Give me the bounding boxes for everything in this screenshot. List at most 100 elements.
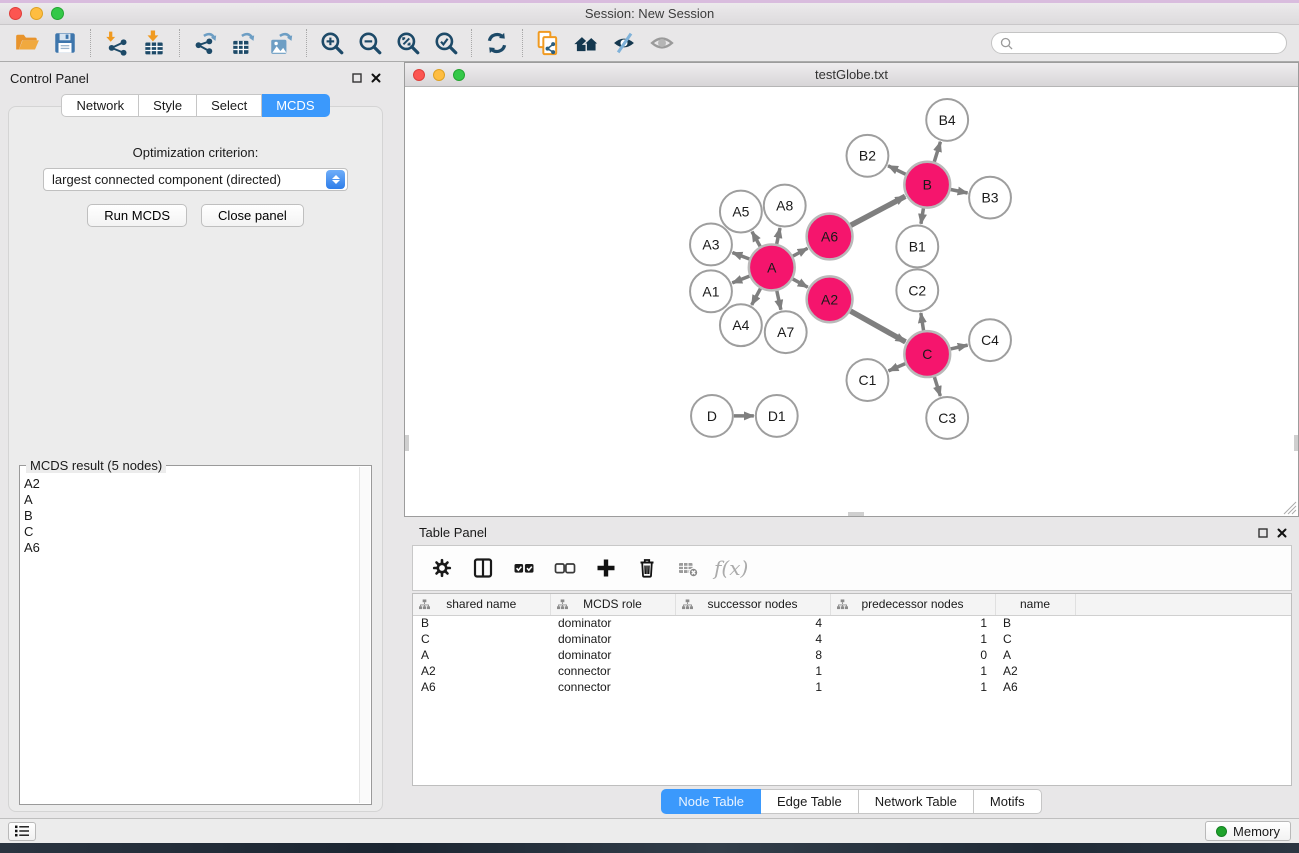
- column-header-predecessor-nodes[interactable]: predecessor nodes: [830, 594, 995, 615]
- mcds-result-item[interactable]: B: [24, 508, 359, 524]
- graph-node-B1[interactable]: B1: [896, 226, 938, 268]
- graph-edge-A-A5[interactable]: [752, 232, 760, 247]
- table-row[interactable]: Cdominator41C: [413, 631, 1291, 647]
- graph-node-C2[interactable]: C2: [896, 269, 938, 311]
- mcds-result-item[interactable]: C: [24, 524, 359, 540]
- graph-node-A2[interactable]: A2: [807, 276, 853, 322]
- mcds-result-item[interactable]: A6: [24, 540, 359, 556]
- tab-edge-table[interactable]: Edge Table: [761, 789, 859, 814]
- column-header-name[interactable]: name: [995, 594, 1075, 615]
- memory-button[interactable]: Memory: [1205, 821, 1291, 841]
- table-cell[interactable]: B: [995, 615, 1075, 631]
- close-panel-icon[interactable]: [1277, 528, 1287, 538]
- close-panel-button[interactable]: Close panel: [201, 204, 304, 227]
- task-history-button[interactable]: [8, 822, 36, 841]
- table-cell[interactable]: 1: [830, 679, 995, 695]
- graph-edge-B-B2[interactable]: [888, 166, 906, 175]
- table-cell[interactable]: A: [995, 647, 1075, 663]
- function-builder-button[interactable]: f(x): [714, 556, 748, 580]
- import-table-button[interactable]: [135, 28, 173, 58]
- mcds-result-scrollbar[interactable]: [359, 467, 370, 803]
- column-header-shared-name[interactable]: shared name: [413, 594, 550, 615]
- graph-node-A1[interactable]: A1: [690, 270, 732, 312]
- copy-network-view-button[interactable]: [529, 28, 567, 58]
- graph-edge-A-A1[interactable]: [732, 276, 749, 283]
- graph-node-A7[interactable]: A7: [765, 311, 807, 353]
- mcds-result-item[interactable]: A2: [24, 476, 359, 492]
- zoom-fit-button[interactable]: [389, 28, 427, 58]
- graph-edge-A2-C[interactable]: [850, 311, 905, 342]
- show-column-button[interactable]: [464, 551, 501, 585]
- graph-node-C1[interactable]: C1: [847, 359, 889, 401]
- import-network-button[interactable]: [97, 28, 135, 58]
- graph-edge-A6-B[interactable]: [851, 196, 906, 225]
- graph-node-A[interactable]: A: [749, 244, 795, 290]
- table-cell[interactable]: A2: [995, 663, 1075, 679]
- table-cell[interactable]: A6: [413, 679, 550, 695]
- graph-node-A6[interactable]: A6: [807, 214, 853, 260]
- mcds-result-item[interactable]: A: [24, 492, 359, 508]
- search-field[interactable]: [991, 32, 1287, 54]
- tab-mcds[interactable]: MCDS: [262, 94, 329, 117]
- graph-edge-B-B3[interactable]: [951, 190, 968, 193]
- graph-edge-C-C2[interactable]: [921, 313, 924, 331]
- graph-node-D[interactable]: D: [691, 395, 733, 437]
- graph-node-C3[interactable]: C3: [926, 397, 968, 439]
- create-column-button[interactable]: [587, 551, 624, 585]
- home-button[interactable]: [567, 28, 605, 58]
- table-cell[interactable]: 1: [830, 615, 995, 631]
- column-header-MCDS-role[interactable]: MCDS role: [550, 594, 675, 615]
- tab-motifs[interactable]: Motifs: [974, 789, 1042, 814]
- delete-columns-button[interactable]: [628, 551, 665, 585]
- table-cell[interactable]: 4: [675, 615, 830, 631]
- table-cell[interactable]: 1: [830, 663, 995, 679]
- table-cell[interactable]: C: [413, 631, 550, 647]
- graph-edge-A-A2[interactable]: [793, 279, 808, 287]
- graph-node-D1[interactable]: D1: [756, 395, 798, 437]
- delete-table-button[interactable]: [669, 551, 706, 585]
- search-input[interactable]: [1018, 36, 1278, 50]
- graph-edge-B-B1[interactable]: [921, 208, 924, 224]
- column-header-successor-nodes[interactable]: successor nodes: [675, 594, 830, 615]
- canvas-scrollbar-bottom[interactable]: [848, 512, 864, 516]
- graph-edge-A-A6[interactable]: [793, 248, 808, 256]
- graph-node-A8[interactable]: A8: [764, 185, 806, 227]
- graph-node-A4[interactable]: A4: [720, 304, 762, 346]
- graph-node-B[interactable]: B: [904, 162, 950, 208]
- table-cell[interactable]: connector: [550, 679, 675, 695]
- graph-node-A3[interactable]: A3: [690, 224, 732, 266]
- graph-edge-A-A8[interactable]: [777, 228, 780, 244]
- table-cell[interactable]: 1: [675, 679, 830, 695]
- tab-network[interactable]: Network: [61, 94, 139, 117]
- run-mcds-button[interactable]: Run MCDS: [87, 204, 187, 227]
- float-panel-icon[interactable]: [1258, 528, 1268, 538]
- table-row[interactable]: Adominator80A: [413, 647, 1291, 663]
- graph-edge-C-C1[interactable]: [888, 364, 905, 371]
- graph-edge-C-C3[interactable]: [934, 377, 940, 396]
- optimization-criterion-select[interactable]: largest connected component (directed): [43, 168, 348, 191]
- close-panel-icon[interactable]: [371, 73, 381, 83]
- table-cell[interactable]: dominator: [550, 647, 675, 663]
- table-cell[interactable]: A2: [413, 663, 550, 679]
- graph-node-C4[interactable]: C4: [969, 319, 1011, 361]
- graph-node-B4[interactable]: B4: [926, 99, 968, 141]
- table-cell[interactable]: connector: [550, 663, 675, 679]
- export-image-button[interactable]: [262, 28, 300, 58]
- graph-node-B3[interactable]: B3: [969, 177, 1011, 219]
- hide-details-button[interactable]: [605, 28, 643, 58]
- table-row[interactable]: A2connector11A2: [413, 663, 1291, 679]
- table-cell[interactable]: 1: [675, 663, 830, 679]
- float-panel-icon[interactable]: [352, 73, 362, 83]
- graph-edge-A-A3[interactable]: [732, 253, 749, 259]
- table-cell[interactable]: 8: [675, 647, 830, 663]
- graph-node-B2[interactable]: B2: [847, 135, 889, 177]
- graph-edge-C-C4[interactable]: [951, 345, 968, 349]
- save-session-button[interactable]: [46, 28, 84, 58]
- open-session-button[interactable]: [8, 28, 46, 58]
- export-table-button[interactable]: [224, 28, 262, 58]
- resize-grip-icon[interactable]: [1283, 501, 1297, 515]
- zoom-in-button[interactable]: [313, 28, 351, 58]
- select-all-columns-button[interactable]: [505, 551, 542, 585]
- table-row[interactable]: A6connector11A6: [413, 679, 1291, 695]
- zoom-out-button[interactable]: [351, 28, 389, 58]
